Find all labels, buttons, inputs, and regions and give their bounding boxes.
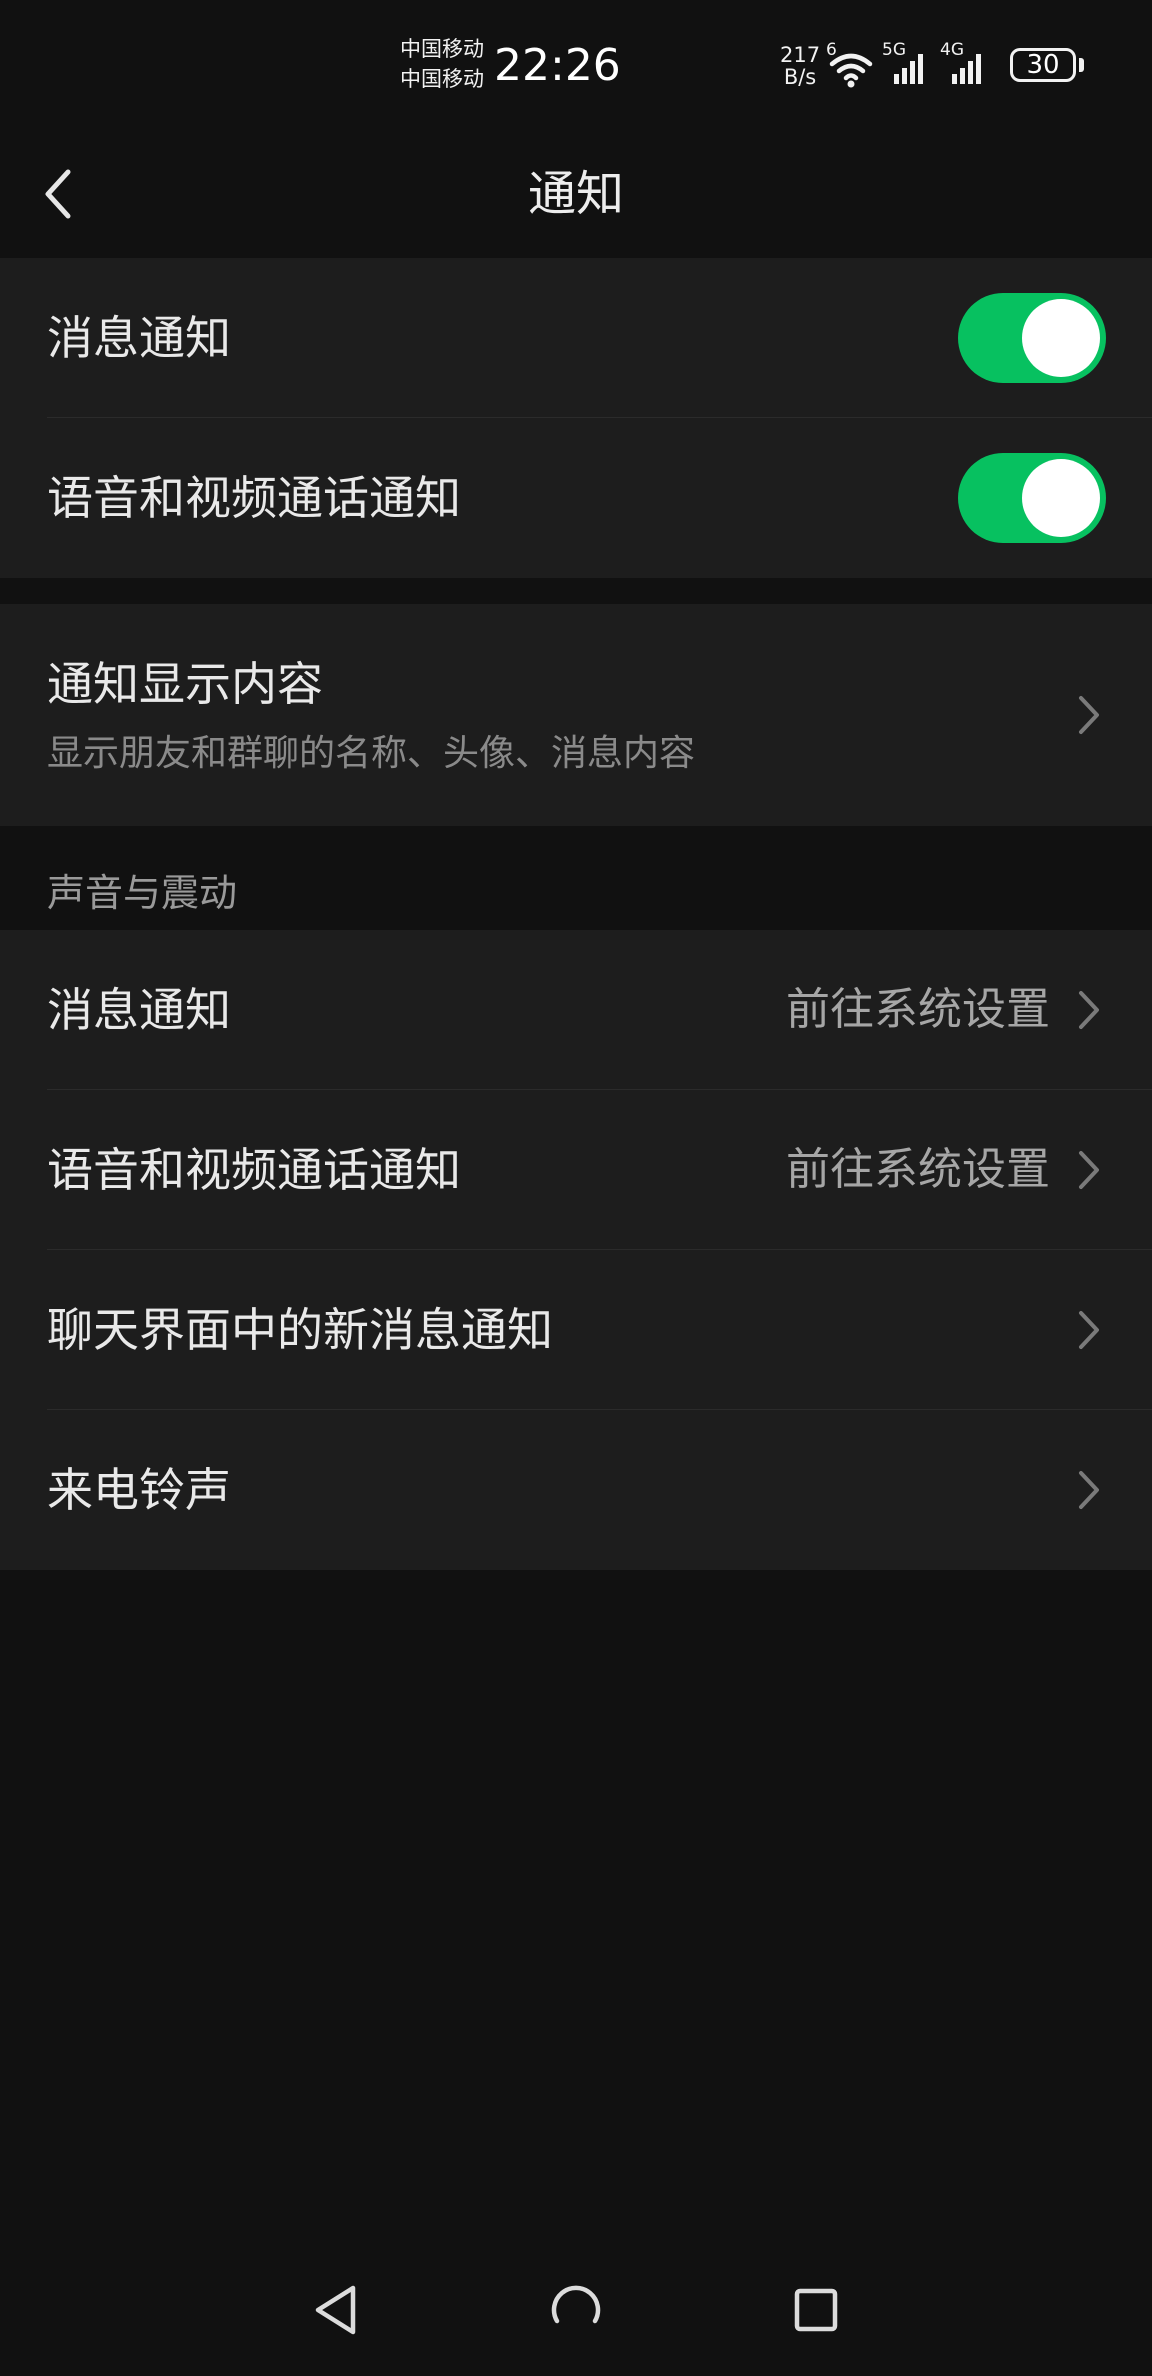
call-notification-toggle[interactable] [958, 453, 1106, 543]
message-notification-toggle-row[interactable]: 消息通知 [0, 258, 1152, 418]
network-speed: 217 B/s [780, 44, 820, 88]
system-navigation-bar [0, 2250, 1152, 2376]
row-value: 前往系统设置 [786, 984, 1050, 1035]
call-notification-sound-row[interactable]: 语音和视频通话通知 前往系统设置 [0, 1090, 1152, 1250]
recents-square-icon [794, 2288, 838, 2332]
chevron-right-icon [1079, 696, 1099, 734]
signal-1-label: 5G [882, 40, 906, 60]
chevron-right-icon [1079, 991, 1099, 1029]
row-subtitle: 显示朋友和群聊的名称、头像、消息内容 [47, 733, 696, 774]
row-label: 来电铃声 [47, 1463, 231, 1517]
message-notification-sound-row[interactable]: 消息通知 前往系统设置 [0, 930, 1152, 1090]
carrier-labels: 中国移动 中国移动 [400, 34, 484, 94]
network-speed-unit: B/s [783, 65, 817, 89]
toggle-group: 消息通知 语音和视频通话通知 [0, 258, 1152, 578]
row-label: 通知显示内容 [47, 657, 323, 711]
toggle-knob [1022, 299, 1100, 377]
row-label: 语音和视频通话通知 [47, 471, 461, 525]
wifi-icon: 6 [826, 40, 876, 90]
page-title: 通知 [527, 166, 624, 222]
title-bar: 通知 [0, 130, 1152, 258]
battery-icon: 30 [1010, 48, 1076, 82]
row-label: 消息通知 [47, 983, 231, 1037]
row-label: 语音和视频通话通知 [47, 1143, 461, 1197]
battery-tip [1079, 58, 1084, 72]
signal-icon: 4G [938, 40, 994, 90]
chevron-right-icon [1079, 1471, 1099, 1509]
display-content-group: 通知显示内容 显示朋友和群聊的名称、头像、消息内容 [0, 604, 1152, 826]
in-chat-notification-row[interactable]: 聊天界面中的新消息通知 [0, 1250, 1152, 1410]
section-header-sound: 声音与震动 [47, 871, 238, 915]
nav-recents-button[interactable] [766, 2260, 866, 2360]
nav-home-button[interactable] [526, 2260, 626, 2360]
sound-vibration-group: 消息通知 前往系统设置 语音和视频通话通知 前往系统设置 聊天界面中的新消息通知… [0, 930, 1152, 1570]
nav-back-button[interactable] [286, 2260, 386, 2360]
status-bar: 中国移动 中国移动 22:26 217 B/s 6 5G 4G 30 [0, 0, 1152, 130]
network-speed-value: 217 [780, 43, 821, 67]
notifications-screen: 中国移动 中国移动 22:26 217 B/s 6 5G 4G 30 通知 消息… [0, 0, 1152, 2376]
row-label: 消息通知 [47, 311, 231, 365]
battery-level: 30 [1026, 50, 1060, 80]
carrier-1: 中国移动 [400, 37, 484, 61]
row-value: 前往系统设置 [786, 1144, 1050, 1195]
carrier-2: 中国移动 [400, 67, 484, 91]
back-triangle-icon [315, 2285, 356, 2335]
home-circle-icon [551, 2285, 601, 2324]
wifi-badge: 6 [826, 40, 837, 60]
chevron-left-icon [45, 169, 71, 219]
chevron-right-icon [1079, 1311, 1099, 1349]
clock: 22:26 [494, 40, 621, 91]
signal-2-label: 4G [940, 40, 964, 60]
notification-display-content-row[interactable]: 通知显示内容 显示朋友和群聊的名称、头像、消息内容 [0, 604, 1152, 826]
row-label: 聊天界面中的新消息通知 [47, 1303, 553, 1357]
chevron-right-icon [1079, 1151, 1099, 1189]
status-icons: 6 5G 4G [826, 40, 994, 90]
message-notification-toggle[interactable] [958, 293, 1106, 383]
signal-icon: 5G [882, 40, 932, 90]
ringtone-row[interactable]: 来电铃声 [0, 1410, 1152, 1570]
back-button[interactable] [22, 154, 94, 234]
toggle-knob [1022, 459, 1100, 537]
call-notification-toggle-row[interactable]: 语音和视频通话通知 [0, 418, 1152, 578]
